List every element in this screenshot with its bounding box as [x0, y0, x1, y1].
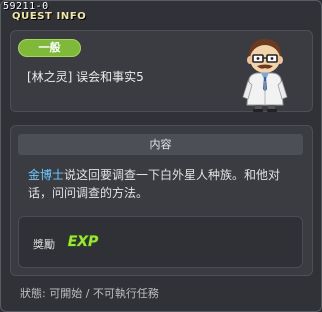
- reward-box: [18, 216, 303, 268]
- npc-name-link[interactable]: 金博士: [28, 168, 64, 182]
- reward-label: 獎勵: [33, 238, 55, 251]
- description-text: 说这回要调查一下白外星人种族。和他对话，问问调查的方法。: [28, 168, 281, 200]
- exp-icon-label: EXP: [68, 234, 99, 250]
- category-badge: 一般: [18, 39, 81, 57]
- quest-info-window: 59211-0 QUEST INFO 一般 [林之灵] 误会和事实5 内容 金博…: [0, 0, 322, 312]
- quest-status: 狀態: 可開始 / 不可執行任務: [20, 287, 159, 300]
- exp-icon: EXP: [67, 233, 100, 250]
- quest-name: [林之灵] 误会和事实5: [27, 70, 144, 84]
- content-header: 内容: [18, 134, 303, 155]
- window-title: QUEST INFO: [12, 11, 87, 22]
- quest-description: 金博士说这回要调查一下白外星人种族。和他对话，问问调查的方法。: [28, 166, 298, 202]
- npc-portrait: [242, 39, 288, 112]
